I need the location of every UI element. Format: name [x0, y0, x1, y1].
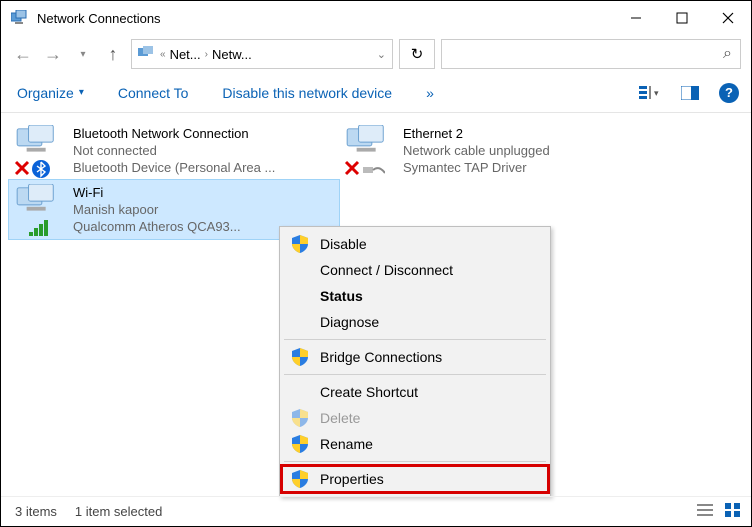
- history-chevron-icon[interactable]: ▾: [71, 42, 95, 66]
- ctx-label: Connect / Disconnect: [320, 262, 453, 278]
- address-dropdown-icon[interactable]: ⌄: [377, 48, 386, 61]
- ctx-diagnose[interactable]: Diagnose: [282, 309, 548, 335]
- connection-item-ethernet[interactable]: Ethernet 2 Network cable unplugged Syman…: [339, 121, 669, 180]
- status-bar: 3 items 1 item selected: [1, 496, 751, 526]
- ctx-label: Delete: [320, 410, 360, 426]
- search-input[interactable]: ⌕: [441, 39, 741, 69]
- ctx-delete: Delete: [282, 405, 548, 431]
- organize-menu[interactable]: Organize: [17, 85, 84, 101]
- ctx-separator: [284, 374, 546, 375]
- search-icon: ⌕: [723, 45, 732, 63]
- error-x-icon: [13, 159, 31, 177]
- ctx-bridge[interactable]: Bridge Connections: [282, 344, 548, 370]
- ctx-disable[interactable]: Disable: [282, 231, 548, 257]
- shield-icon: [292, 470, 308, 488]
- svg-text:▾: ▾: [654, 88, 659, 98]
- organize-label: Organize: [17, 85, 74, 101]
- preview-pane-button[interactable]: [679, 83, 701, 103]
- ctx-status[interactable]: Status: [282, 283, 548, 309]
- forward-button[interactable]: →: [41, 42, 65, 66]
- navigation-row: ← → ▾ ↑ « Net... › Netw... ⌄ ↻ ⌕: [1, 35, 751, 73]
- connection-name: Ethernet 2: [403, 125, 550, 142]
- wifi-signal-icon: [29, 218, 55, 238]
- bluetooth-icon: [31, 159, 51, 179]
- adapter-icon: [345, 125, 395, 175]
- ctx-create-shortcut[interactable]: Create Shortcut: [282, 379, 548, 405]
- connection-text: Ethernet 2 Network cable unplugged Syman…: [403, 125, 550, 176]
- breadcrumb-segment[interactable]: Netw...: [212, 47, 252, 62]
- context-menu: Disable Connect / Disconnect Status Diag…: [279, 226, 551, 497]
- breadcrumb-segment[interactable]: Net...: [170, 47, 201, 62]
- ctx-label: Properties: [320, 471, 384, 487]
- refresh-button[interactable]: ↻: [399, 39, 435, 69]
- connection-device: Bluetooth Device (Personal Area ...: [73, 159, 275, 176]
- adapter-icon: [15, 125, 65, 175]
- status-item-count: 3 items: [15, 504, 57, 519]
- status-view-buttons: [697, 503, 741, 520]
- shield-icon: [292, 409, 308, 427]
- ctx-separator: [284, 461, 546, 462]
- details-view-button[interactable]: [697, 503, 713, 520]
- help-button[interactable]: ?: [719, 83, 739, 103]
- close-button[interactable]: [705, 1, 751, 35]
- ctx-properties[interactable]: Properties: [282, 466, 548, 492]
- ctx-label: Create Shortcut: [320, 384, 418, 400]
- connect-to-button[interactable]: Connect To: [118, 85, 189, 101]
- ctx-connect-disconnect[interactable]: Connect / Disconnect: [282, 257, 548, 283]
- connection-item-bluetooth[interactable]: Bluetooth Network Connection Not connect…: [9, 121, 339, 180]
- ctx-label: Diagnose: [320, 314, 379, 330]
- up-button[interactable]: ↑: [101, 42, 125, 66]
- error-x-icon: [343, 159, 361, 177]
- maximize-button[interactable]: [659, 1, 705, 35]
- connection-name: Bluetooth Network Connection: [73, 125, 275, 142]
- more-commands-button[interactable]: »: [426, 85, 434, 101]
- shield-icon: [292, 348, 308, 366]
- command-bar: Organize Connect To Disable this network…: [1, 73, 751, 113]
- view-layout-button[interactable]: ▾: [639, 83, 661, 103]
- connection-device: Qualcomm Atheros QCA93...: [73, 218, 241, 235]
- ctx-label: Disable: [320, 236, 367, 252]
- ctx-label: Bridge Connections: [320, 349, 442, 365]
- connection-text: Wi-Fi Manish kapoor Qualcomm Atheros QCA…: [73, 184, 241, 235]
- status-selected-count: 1 item selected: [75, 504, 162, 519]
- app-icon: [11, 10, 29, 26]
- address-bar[interactable]: « Net... › Netw... ⌄: [131, 39, 393, 69]
- title-bar: Network Connections: [1, 1, 751, 35]
- shield-icon: [292, 435, 308, 453]
- adapter-icon: [15, 184, 65, 234]
- disable-device-button[interactable]: Disable this network device: [222, 85, 392, 101]
- connection-status: Network cable unplugged: [403, 142, 550, 159]
- ctx-label: Status: [320, 288, 363, 304]
- command-bar-right: ▾ ?: [639, 83, 739, 103]
- connection-device: Symantec TAP Driver: [403, 159, 550, 176]
- ctx-label: Rename: [320, 436, 373, 452]
- connection-name: Wi-Fi: [73, 184, 241, 201]
- cable-icon: [363, 163, 385, 177]
- shield-icon: [292, 235, 308, 253]
- back-button[interactable]: ←: [11, 42, 35, 66]
- folder-icon: [138, 46, 156, 63]
- connection-status: Not connected: [73, 142, 275, 159]
- breadcrumb-chevron-icon: «: [160, 49, 166, 60]
- ctx-rename[interactable]: Rename: [282, 431, 548, 457]
- minimize-button[interactable]: [613, 1, 659, 35]
- connection-status: Manish kapoor: [73, 201, 241, 218]
- window-buttons: [613, 1, 751, 35]
- large-icons-view-button[interactable]: [725, 503, 741, 520]
- connection-text: Bluetooth Network Connection Not connect…: [73, 125, 275, 176]
- window-title: Network Connections: [37, 11, 613, 26]
- ctx-separator: [284, 339, 546, 340]
- breadcrumb-chevron-icon: ›: [205, 49, 208, 60]
